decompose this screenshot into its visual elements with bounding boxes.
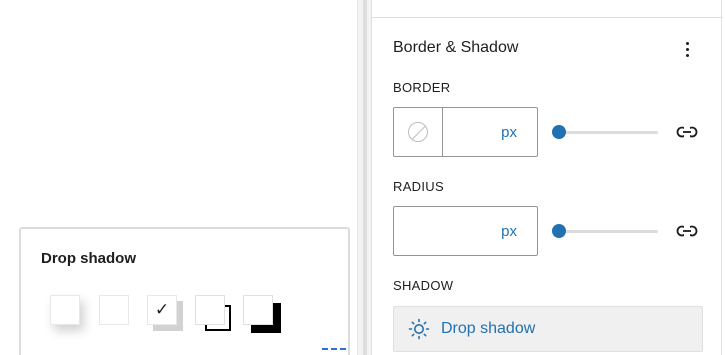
slider-thumb[interactable]: [552, 125, 566, 139]
slider-track: [552, 230, 658, 233]
shadow-popover: Drop shadow ✓: [19, 227, 350, 355]
shadow-preset-sharp[interactable]: [243, 295, 273, 325]
selection-indicator: [322, 348, 346, 355]
panel-resize-handle[interactable]: [357, 0, 371, 355]
editor-screen: Drop shadow ✓ Border & Shadow BORDER px …: [0, 0, 725, 355]
border-width-slider[interactable]: [552, 124, 658, 140]
section-title: Border & Shadow: [393, 39, 519, 56]
shadow-preset-natural[interactable]: [50, 295, 80, 325]
border-unit[interactable]: px: [501, 124, 517, 141]
drop-shadow-button[interactable]: Drop shadow: [393, 306, 703, 352]
shadow-preset-none[interactable]: [99, 295, 129, 325]
check-icon: ✓: [154, 300, 170, 319]
radius-slider[interactable]: [552, 223, 658, 239]
border-link-sides-button[interactable]: [674, 119, 700, 145]
shadow-preset-outlined[interactable]: [195, 295, 225, 325]
slider-track: [552, 131, 658, 134]
shadow-label: SHADOW: [393, 278, 454, 293]
sun-icon: [407, 317, 431, 341]
slider-thumb[interactable]: [552, 224, 566, 238]
resize-bar: [363, 0, 367, 355]
drop-shadow-label: Drop shadow: [441, 320, 536, 337]
more-options-button[interactable]: [672, 34, 702, 64]
border-label: BORDER: [393, 80, 451, 95]
radius-unit[interactable]: px: [501, 223, 517, 240]
more-vertical-icon-dot: [685, 47, 689, 51]
radius-label: RADIUS: [393, 179, 444, 194]
radius-link-corners-button[interactable]: [674, 218, 700, 244]
no-color-icon: [408, 122, 428, 142]
link-icon: [676, 225, 698, 237]
more-vertical-icon-dot: [685, 53, 689, 57]
shadow-preset-soft[interactable]: ✓: [147, 295, 177, 325]
radius-input[interactable]: px: [393, 206, 538, 256]
divider: [372, 17, 723, 18]
popover-title: Drop shadow: [41, 250, 137, 267]
settings-sidebar: Border & Shadow BORDER px RADIUS px SHAD…: [371, 0, 723, 355]
editor-canvas: Drop shadow ✓: [0, 0, 357, 355]
more-vertical-icon: [685, 41, 689, 45]
link-icon: [676, 126, 698, 138]
border-color-button[interactable]: [394, 108, 443, 156]
border-width-control[interactable]: px: [393, 107, 538, 157]
